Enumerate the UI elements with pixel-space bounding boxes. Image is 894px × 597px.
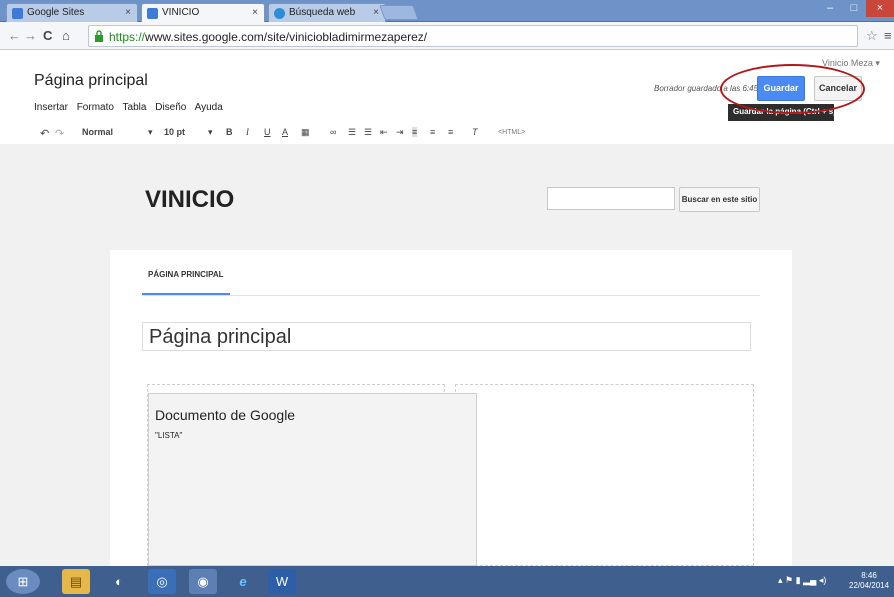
- reload-icon[interactable]: C: [43, 28, 52, 43]
- address-bar[interactable]: https://www.sites.google.com/site/vinici…: [88, 25, 858, 47]
- html-button[interactable]: <HTML>: [498, 129, 525, 136]
- chrome-icon[interactable]: ◉: [189, 569, 217, 594]
- numbered-list-icon[interactable]: ☰: [348, 127, 356, 138]
- link-icon[interactable]: ∞: [330, 127, 336, 137]
- tab-label: Búsqueda web: [289, 7, 356, 18]
- home-icon[interactable]: ⌂: [62, 28, 70, 43]
- redo-icon[interactable]: ↷: [55, 127, 64, 140]
- bulleted-list-icon[interactable]: ☰: [364, 127, 372, 138]
- search-globe-icon: [274, 8, 285, 19]
- tab-google-sites[interactable]: Google Sites ×: [6, 3, 138, 22]
- clock-time: 8:46: [861, 571, 877, 580]
- site-name: VINICIO: [145, 186, 235, 213]
- window-close-button[interactable]: ×: [866, 0, 894, 17]
- url-text: www.sites.google.com/site/viniciobladimi…: [145, 30, 428, 44]
- italic-icon[interactable]: I: [246, 127, 249, 137]
- clear-formatting-icon[interactable]: T: [472, 127, 478, 137]
- highlight-color-icon[interactable]: ▦: [301, 127, 310, 138]
- tab-busqueda-web[interactable]: Búsqueda web ×: [268, 3, 386, 22]
- style-select[interactable]: Normal: [82, 127, 113, 137]
- menu-tabla[interactable]: Tabla: [123, 102, 147, 113]
- menu-ayuda[interactable]: Ayuda: [195, 102, 223, 113]
- close-icon[interactable]: ×: [373, 7, 379, 18]
- url-scheme: https://: [109, 30, 146, 44]
- browser-toolbar: ← → C ⌂ https://www.sites.google.com/sit…: [0, 22, 894, 50]
- media-player-icon[interactable]: ◐: [105, 569, 133, 594]
- maximize-button[interactable]: □: [842, 0, 866, 17]
- gadget-title: Documento de Google: [155, 407, 296, 423]
- close-icon[interactable]: ×: [252, 7, 258, 18]
- clock-date: 22/04/2014: [849, 581, 890, 590]
- indent-icon[interactable]: ⇥: [396, 127, 404, 138]
- forward-icon[interactable]: →: [24, 28, 37, 43]
- chevron-down-icon[interactable]: ▾: [148, 127, 153, 138]
- editor-menu-bar: Insertar Formato Tabla Diseño Ayuda: [34, 102, 229, 113]
- word-icon[interactable]: W: [268, 569, 296, 594]
- font-size-select[interactable]: 10 pt: [164, 127, 185, 137]
- start-icon[interactable]: ⊞: [6, 569, 40, 594]
- divider: [142, 295, 760, 296]
- tab-label: Google Sites: [27, 7, 85, 18]
- underline-icon[interactable]: U: [264, 127, 271, 137]
- menu-diseno[interactable]: Diseño: [155, 102, 186, 113]
- undo-icon[interactable]: ↶: [40, 127, 49, 140]
- align-right-icon[interactable]: ≡: [448, 127, 453, 137]
- tab-vinicio[interactable]: VINICIO ×: [141, 3, 265, 22]
- tab-label: VINICIO: [162, 7, 200, 18]
- formatting-toolbar: ↶ ↷ Normal ▾ 10 pt ▾ B I U A ▦ ∞ ☰ ☰ ⇤ ⇥…: [0, 122, 894, 144]
- menu-formato[interactable]: Formato: [77, 102, 114, 113]
- page-title-field[interactable]: Página principal: [142, 322, 751, 351]
- app-icon[interactable]: ◎: [148, 569, 176, 594]
- chevron-down-icon[interactable]: ▾: [208, 127, 213, 138]
- gadget-subtitle: "LISTA": [155, 431, 183, 440]
- align-left-icon[interactable]: ≡: [412, 127, 418, 137]
- back-icon[interactable]: ←: [8, 28, 21, 43]
- outdent-icon[interactable]: ⇤: [380, 127, 388, 138]
- close-icon[interactable]: ×: [125, 7, 131, 18]
- text-color-icon[interactable]: A: [282, 127, 288, 137]
- menu-icon[interactable]: ≡: [884, 28, 892, 43]
- menu-insertar[interactable]: Insertar: [34, 102, 68, 113]
- minimize-button[interactable]: –: [818, 0, 842, 17]
- file-explorer-icon[interactable]: ▤: [62, 569, 90, 594]
- lock-icon: [95, 30, 103, 42]
- site-search-button[interactable]: Buscar en este sitio: [679, 187, 760, 212]
- nav-tab-pagina-principal[interactable]: PÁGINA PRINCIPAL: [148, 270, 224, 279]
- editor-page-title: Página principal: [34, 72, 148, 89]
- system-tray-icons[interactable]: ▴ ⚑ ▮ ▂▄ ◂): [778, 575, 826, 586]
- bold-icon[interactable]: B: [226, 127, 233, 137]
- new-tab-button[interactable]: [379, 5, 419, 20]
- google-sites-icon: [12, 8, 23, 19]
- align-center-icon[interactable]: ≡: [430, 127, 435, 137]
- google-sites-icon: [147, 8, 158, 19]
- right-column[interactable]: [455, 384, 754, 566]
- taskbar-clock[interactable]: 8:46 22/04/2014: [849, 571, 889, 591]
- highlight-annotation: [720, 64, 865, 114]
- browser-tab-bar: Google Sites × VINICIO × Búsqueda web × …: [0, 0, 894, 22]
- windows-taskbar: ⊞ ▤ ◐ ◎ ◉ e W ▴ ⚑ ▮ ▂▄ ◂): [0, 566, 894, 597]
- bookmark-star-icon[interactable]: ☆: [866, 28, 878, 44]
- internet-explorer-icon[interactable]: e: [229, 569, 257, 594]
- search-input[interactable]: [547, 187, 675, 210]
